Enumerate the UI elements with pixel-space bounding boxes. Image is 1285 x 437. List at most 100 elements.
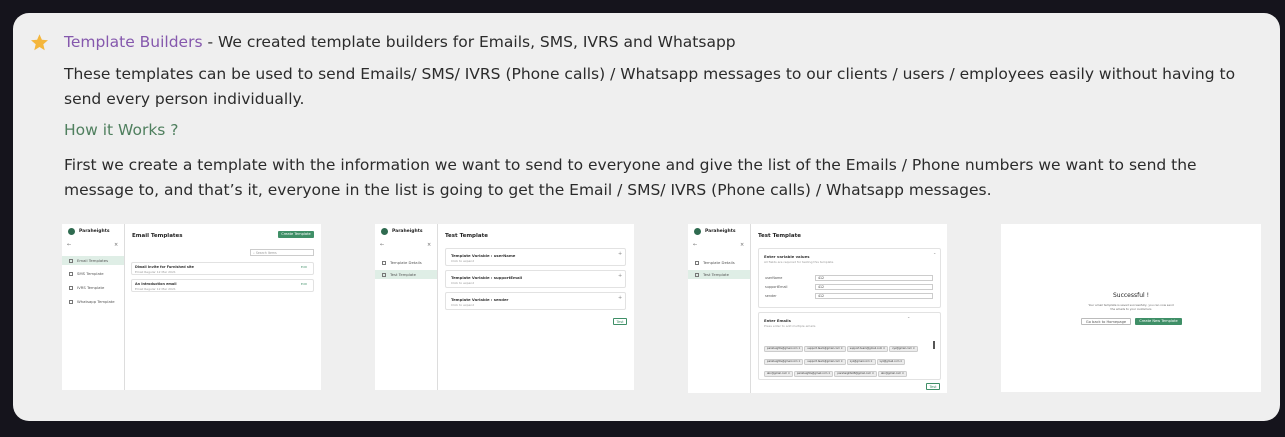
sidebar-item-label: Whatsapp Template bbox=[77, 299, 115, 304]
how-it-works-text: First we create a template with the info… bbox=[64, 156, 1197, 199]
email-chip-text: xyz@gmail.com bbox=[879, 359, 900, 363]
sidebar-item-test-template: Test Template bbox=[375, 270, 437, 279]
email-chip: paraheights@gmail.com ✕ bbox=[764, 346, 804, 352]
page-title: Test Template bbox=[445, 233, 488, 239]
panel-sub: Press enter to add multiple emails bbox=[764, 324, 816, 328]
close-icon: × bbox=[114, 242, 119, 248]
how-it-works-heading: How it Works ? bbox=[64, 121, 179, 139]
variable-accordion: Template Variable : userName Click to ex… bbox=[445, 248, 626, 266]
plus-icon: + bbox=[618, 273, 623, 279]
support-email-field: 412 bbox=[815, 284, 933, 290]
success-message: Your email template is saved successfull… bbox=[1088, 303, 1174, 311]
screenshot-success[interactable]: Successful ! Your email template is save… bbox=[1001, 224, 1261, 392]
field-label: sender bbox=[765, 294, 777, 298]
screenshot-email-templates[interactable]: Paraheights ← × Email Templates SMS Temp… bbox=[62, 224, 321, 390]
field-label: userName bbox=[765, 276, 783, 280]
sender-field: 412 bbox=[815, 293, 933, 299]
list-item: An Introduction email Email Regular 12 M… bbox=[131, 279, 314, 292]
variable-label: Template Variable : supportEmail bbox=[451, 275, 523, 280]
brand-logo: Paraheights bbox=[694, 228, 736, 235]
edit-link: Edit bbox=[301, 282, 307, 286]
panel-title: Enter variable values bbox=[764, 254, 810, 259]
list-item-meta: Email Regular 12 Mar 2021 bbox=[135, 270, 176, 274]
variable-label: Template Variable : userName bbox=[451, 253, 516, 258]
email-chip-text: paraheights@gmail.com bbox=[767, 359, 798, 363]
back-arrow-icon: ← bbox=[67, 242, 72, 248]
email-chip: paraheights@gmail.com ✕ bbox=[764, 358, 804, 365]
sidebar-item-label: SMS Template bbox=[77, 271, 104, 276]
brand-name: Paraheights bbox=[79, 229, 110, 234]
back-arrow-icon: ← bbox=[693, 242, 698, 248]
email-chip: support.team@gmail.com ✕ bbox=[846, 346, 889, 352]
email-chip-text: paraheights08@gmail.com bbox=[837, 372, 872, 375]
email-chips: paraheights@gmail.com ✕ support.team@gmai… bbox=[764, 341, 932, 379]
email-chip-text: paraheights@gmail.com bbox=[796, 372, 828, 375]
panel-sub: All fields are required for testing this… bbox=[764, 260, 834, 264]
field-label: supportEmail bbox=[765, 285, 788, 289]
variable-sub: Click to expand bbox=[451, 303, 475, 307]
edit-link: Edit bbox=[301, 265, 307, 269]
search-placeholder: Search Items bbox=[255, 251, 277, 255]
test-icon bbox=[695, 272, 699, 277]
sidebar-item-label: Template Details bbox=[703, 260, 735, 265]
brand-name: Paraheights bbox=[392, 229, 423, 234]
list-item: Diwali Invite for Furnished site Email R… bbox=[131, 262, 314, 275]
mail-icon bbox=[69, 258, 73, 263]
page-title: Test Template bbox=[758, 233, 801, 239]
email-chip-text: support.team@gmail.com bbox=[807, 347, 840, 350]
variable-sub: Click to expand bbox=[451, 259, 475, 263]
chevron-up-icon: ⌃ bbox=[933, 252, 937, 257]
template-builders-link[interactable]: Template Builders bbox=[64, 33, 203, 51]
sidebar-item-label: Email Templates bbox=[77, 258, 109, 263]
page-title: Email Templates bbox=[132, 233, 183, 239]
sidebar-item-label: Template Details bbox=[390, 260, 422, 265]
chevron-up-icon: ⌃ bbox=[907, 316, 911, 321]
scrollbar bbox=[933, 341, 935, 349]
list-item-meta: Email Regular 12 Mar 2021 bbox=[135, 287, 176, 291]
email-chip-text: support.team@gmail.com bbox=[807, 359, 840, 363]
email-chip: abc@gmail.com ✕ bbox=[878, 371, 907, 377]
email-chip-text: support.team@gmail.com bbox=[849, 347, 883, 350]
brand-logo: Paraheights bbox=[68, 228, 110, 235]
sidebar-item-test-template: Test Template bbox=[688, 270, 750, 279]
brand-logo-icon bbox=[381, 228, 388, 235]
create-new-template-button: Create New Template bbox=[1135, 318, 1182, 325]
email-chip-text: xyz@gmail.com bbox=[849, 359, 870, 363]
variable-label: Template Variable : sender bbox=[451, 297, 509, 302]
email-chip-text: abc@gmail.com bbox=[881, 372, 902, 375]
screenshot-test-template-expanded[interactable]: Paraheights ← × Template Details Test Te… bbox=[688, 224, 947, 393]
test-button: Test bbox=[926, 383, 940, 390]
email-chip: support.team@gmail.com ✕ bbox=[804, 358, 846, 365]
document-icon bbox=[382, 260, 386, 265]
list-item-title: An Introduction email bbox=[135, 282, 177, 286]
email-chip: xyz@gmail.com ✕ bbox=[846, 358, 876, 365]
sidebar-item-label: Test Template bbox=[703, 272, 730, 277]
whatsapp-icon bbox=[69, 299, 73, 304]
brand-logo: Paraheights bbox=[381, 228, 423, 235]
sidebar: Paraheights ← × Template Details Test Te… bbox=[688, 224, 751, 393]
email-chip: xyz@gmail.com ✕ bbox=[889, 346, 918, 352]
feature-description: These templates can be used to send Emai… bbox=[64, 65, 1236, 108]
test-button: Test bbox=[613, 318, 627, 325]
email-chip: paraheights@gmail.com ✕ bbox=[793, 371, 834, 377]
variable-accordion: Template Variable : sender Click to expa… bbox=[445, 292, 626, 310]
email-chip: xyz@gmail.com ✕ bbox=[876, 358, 906, 365]
sidebar-item-template-details: Template Details bbox=[375, 258, 437, 267]
feature-title-rest: - We created template builders for Email… bbox=[202, 33, 736, 51]
variable-accordion: Template Variable : supportEmail Click t… bbox=[445, 270, 626, 288]
close-icon: × bbox=[427, 242, 432, 248]
sms-icon bbox=[69, 271, 73, 276]
plus-icon: + bbox=[618, 295, 623, 301]
screenshot-test-template[interactable]: Paraheights ← × Template Details Test Te… bbox=[375, 224, 634, 390]
document-icon bbox=[695, 260, 699, 265]
brand-name: Paraheights bbox=[705, 229, 736, 234]
username-field: 412 bbox=[815, 275, 933, 281]
sidebar-item-sms: SMS Template bbox=[62, 269, 124, 278]
sidebar-item-email: Email Templates bbox=[62, 256, 124, 265]
email-chip: support.team@gmail.com ✕ bbox=[804, 346, 846, 352]
email-chip-text: xyz@gmail.com bbox=[892, 347, 912, 350]
search-input: ⌕ Search Items bbox=[250, 249, 314, 256]
close-icon: × bbox=[740, 242, 745, 248]
sidebar-item-label: Test Template bbox=[390, 272, 417, 277]
variable-values-panel: Enter variable values All fields are req… bbox=[758, 248, 941, 308]
